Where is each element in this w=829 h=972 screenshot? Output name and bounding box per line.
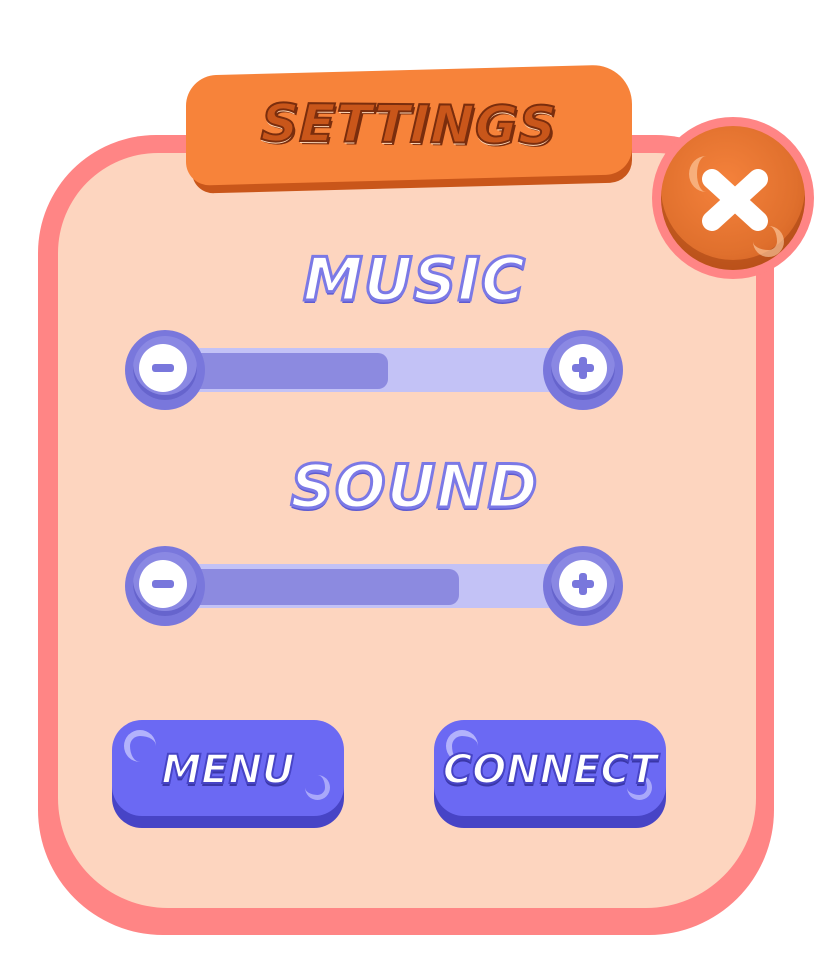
- connect-button[interactable]: CONNECT: [434, 720, 666, 828]
- dialog-title: SETTINGS: [259, 93, 559, 158]
- minus-icon: [139, 344, 187, 392]
- sound-decrease-button[interactable]: [125, 546, 205, 626]
- sound-label: SOUND: [289, 451, 539, 524]
- title-ribbon: SETTINGS: [186, 64, 632, 186]
- music-decrease-button[interactable]: [125, 330, 205, 410]
- plus-icon: [559, 344, 607, 392]
- sound-slider-fill: [165, 569, 459, 605]
- sound-slider[interactable]: [125, 546, 623, 626]
- music-label: MUSIC: [302, 244, 527, 317]
- music-slider[interactable]: [125, 330, 623, 410]
- connect-button-label: CONNECT: [442, 746, 658, 794]
- menu-button-label: MENU: [160, 746, 295, 794]
- music-increase-button[interactable]: [543, 330, 623, 410]
- sound-increase-button[interactable]: [543, 546, 623, 626]
- minus-icon: [139, 560, 187, 608]
- menu-button[interactable]: MENU: [112, 720, 344, 828]
- plus-icon: [559, 560, 607, 608]
